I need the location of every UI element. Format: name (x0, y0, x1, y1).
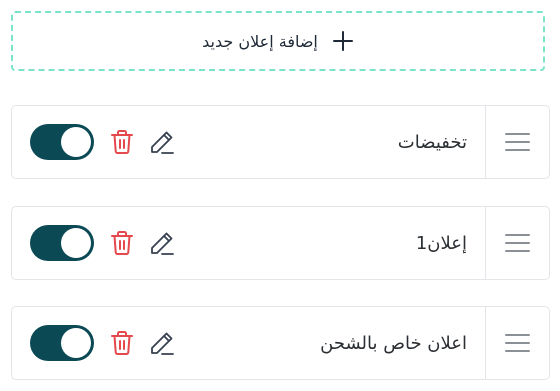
drag-handle[interactable] (485, 106, 549, 178)
edit-ad-button[interactable] (147, 127, 177, 157)
add-new-ad-label: إضافة إعلان جديد (202, 31, 318, 51)
ad-row-content: إعلان1 (12, 207, 485, 279)
toggle-knob (61, 328, 91, 358)
drag-handle-icon (505, 133, 530, 151)
trash-icon (111, 130, 133, 154)
delete-ad-button[interactable] (107, 127, 137, 157)
edit-ad-button[interactable] (147, 328, 177, 358)
ad-enabled-toggle[interactable] (30, 225, 94, 261)
pencil-icon (151, 131, 174, 154)
drag-handle[interactable] (485, 207, 549, 279)
drag-handle[interactable] (485, 307, 549, 379)
drag-handle-icon (505, 334, 530, 352)
ad-title: إعلان1 (415, 232, 467, 254)
ad-row-content: تخفيضات (12, 106, 485, 178)
edit-ad-button[interactable] (147, 228, 177, 258)
ad-list-item: تخفيضات (11, 105, 550, 179)
pencil-icon (151, 232, 174, 255)
plus-icon (332, 30, 354, 52)
ad-row-content: اعلان خاص بالشحن (12, 307, 485, 379)
trash-icon (111, 231, 133, 255)
toggle-knob (61, 228, 91, 258)
trash-icon (111, 331, 133, 355)
pencil-icon (151, 332, 174, 355)
ad-title: اعلان خاص بالشحن (320, 332, 467, 354)
ad-list-item: اعلان خاص بالشحن (11, 306, 550, 380)
ad-enabled-toggle[interactable] (30, 124, 94, 160)
delete-ad-button[interactable] (107, 328, 137, 358)
add-new-ad-button[interactable]: إضافة إعلان جديد (11, 11, 545, 71)
toggle-knob (61, 127, 91, 157)
delete-ad-button[interactable] (107, 228, 137, 258)
drag-handle-icon (505, 234, 530, 252)
ad-title: تخفيضات (397, 131, 467, 153)
ad-list-item: إعلان1 (11, 206, 550, 280)
ad-enabled-toggle[interactable] (30, 325, 94, 361)
